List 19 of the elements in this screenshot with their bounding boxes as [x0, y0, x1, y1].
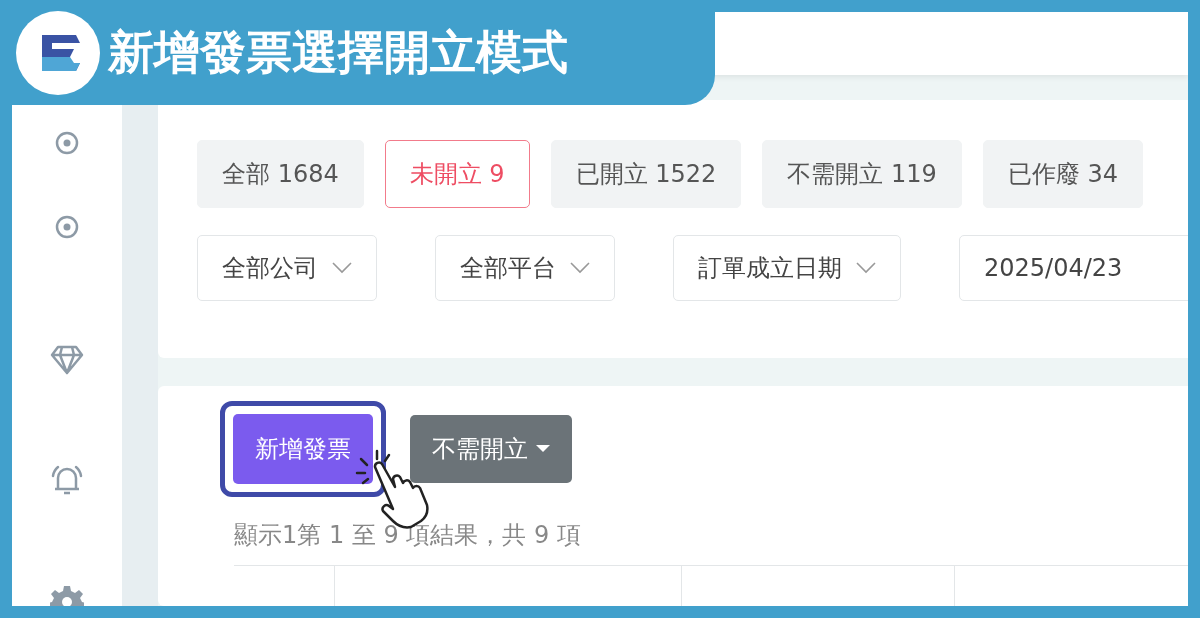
filter-dropdown[interactable]: 訂單成立日期 [673, 235, 901, 301]
chevron-down-icon [570, 262, 590, 274]
status-tab[interactable]: 未開立 9 [384, 140, 530, 208]
dropdown-button[interactable]: 不需開立 [410, 415, 572, 483]
status-tab[interactable]: 已開立 1522 [550, 140, 742, 208]
date-field[interactable]: 2025/04/23 [959, 235, 1188, 301]
logo-icon [16, 10, 100, 95]
status-tab[interactable]: 全部 1684 [197, 140, 364, 208]
status-tab[interactable]: 不需開立 119 [762, 140, 962, 208]
filter-dropdown[interactable]: 全部平台 [435, 235, 615, 301]
banner-title: 新增發票選擇開立模式 [108, 23, 568, 81]
radio-dot-icon[interactable] [54, 130, 80, 156]
chevron-down-icon [856, 262, 876, 274]
chevron-down-icon [332, 262, 352, 274]
radio-dot-icon[interactable] [54, 214, 80, 240]
caret-icon [536, 445, 550, 453]
add-invoice-button[interactable]: 新增發票 [233, 414, 373, 484]
filter-dropdown[interactable]: 全部公司 [197, 235, 377, 301]
status-tab[interactable]: 已作廢 34 [982, 140, 1143, 208]
